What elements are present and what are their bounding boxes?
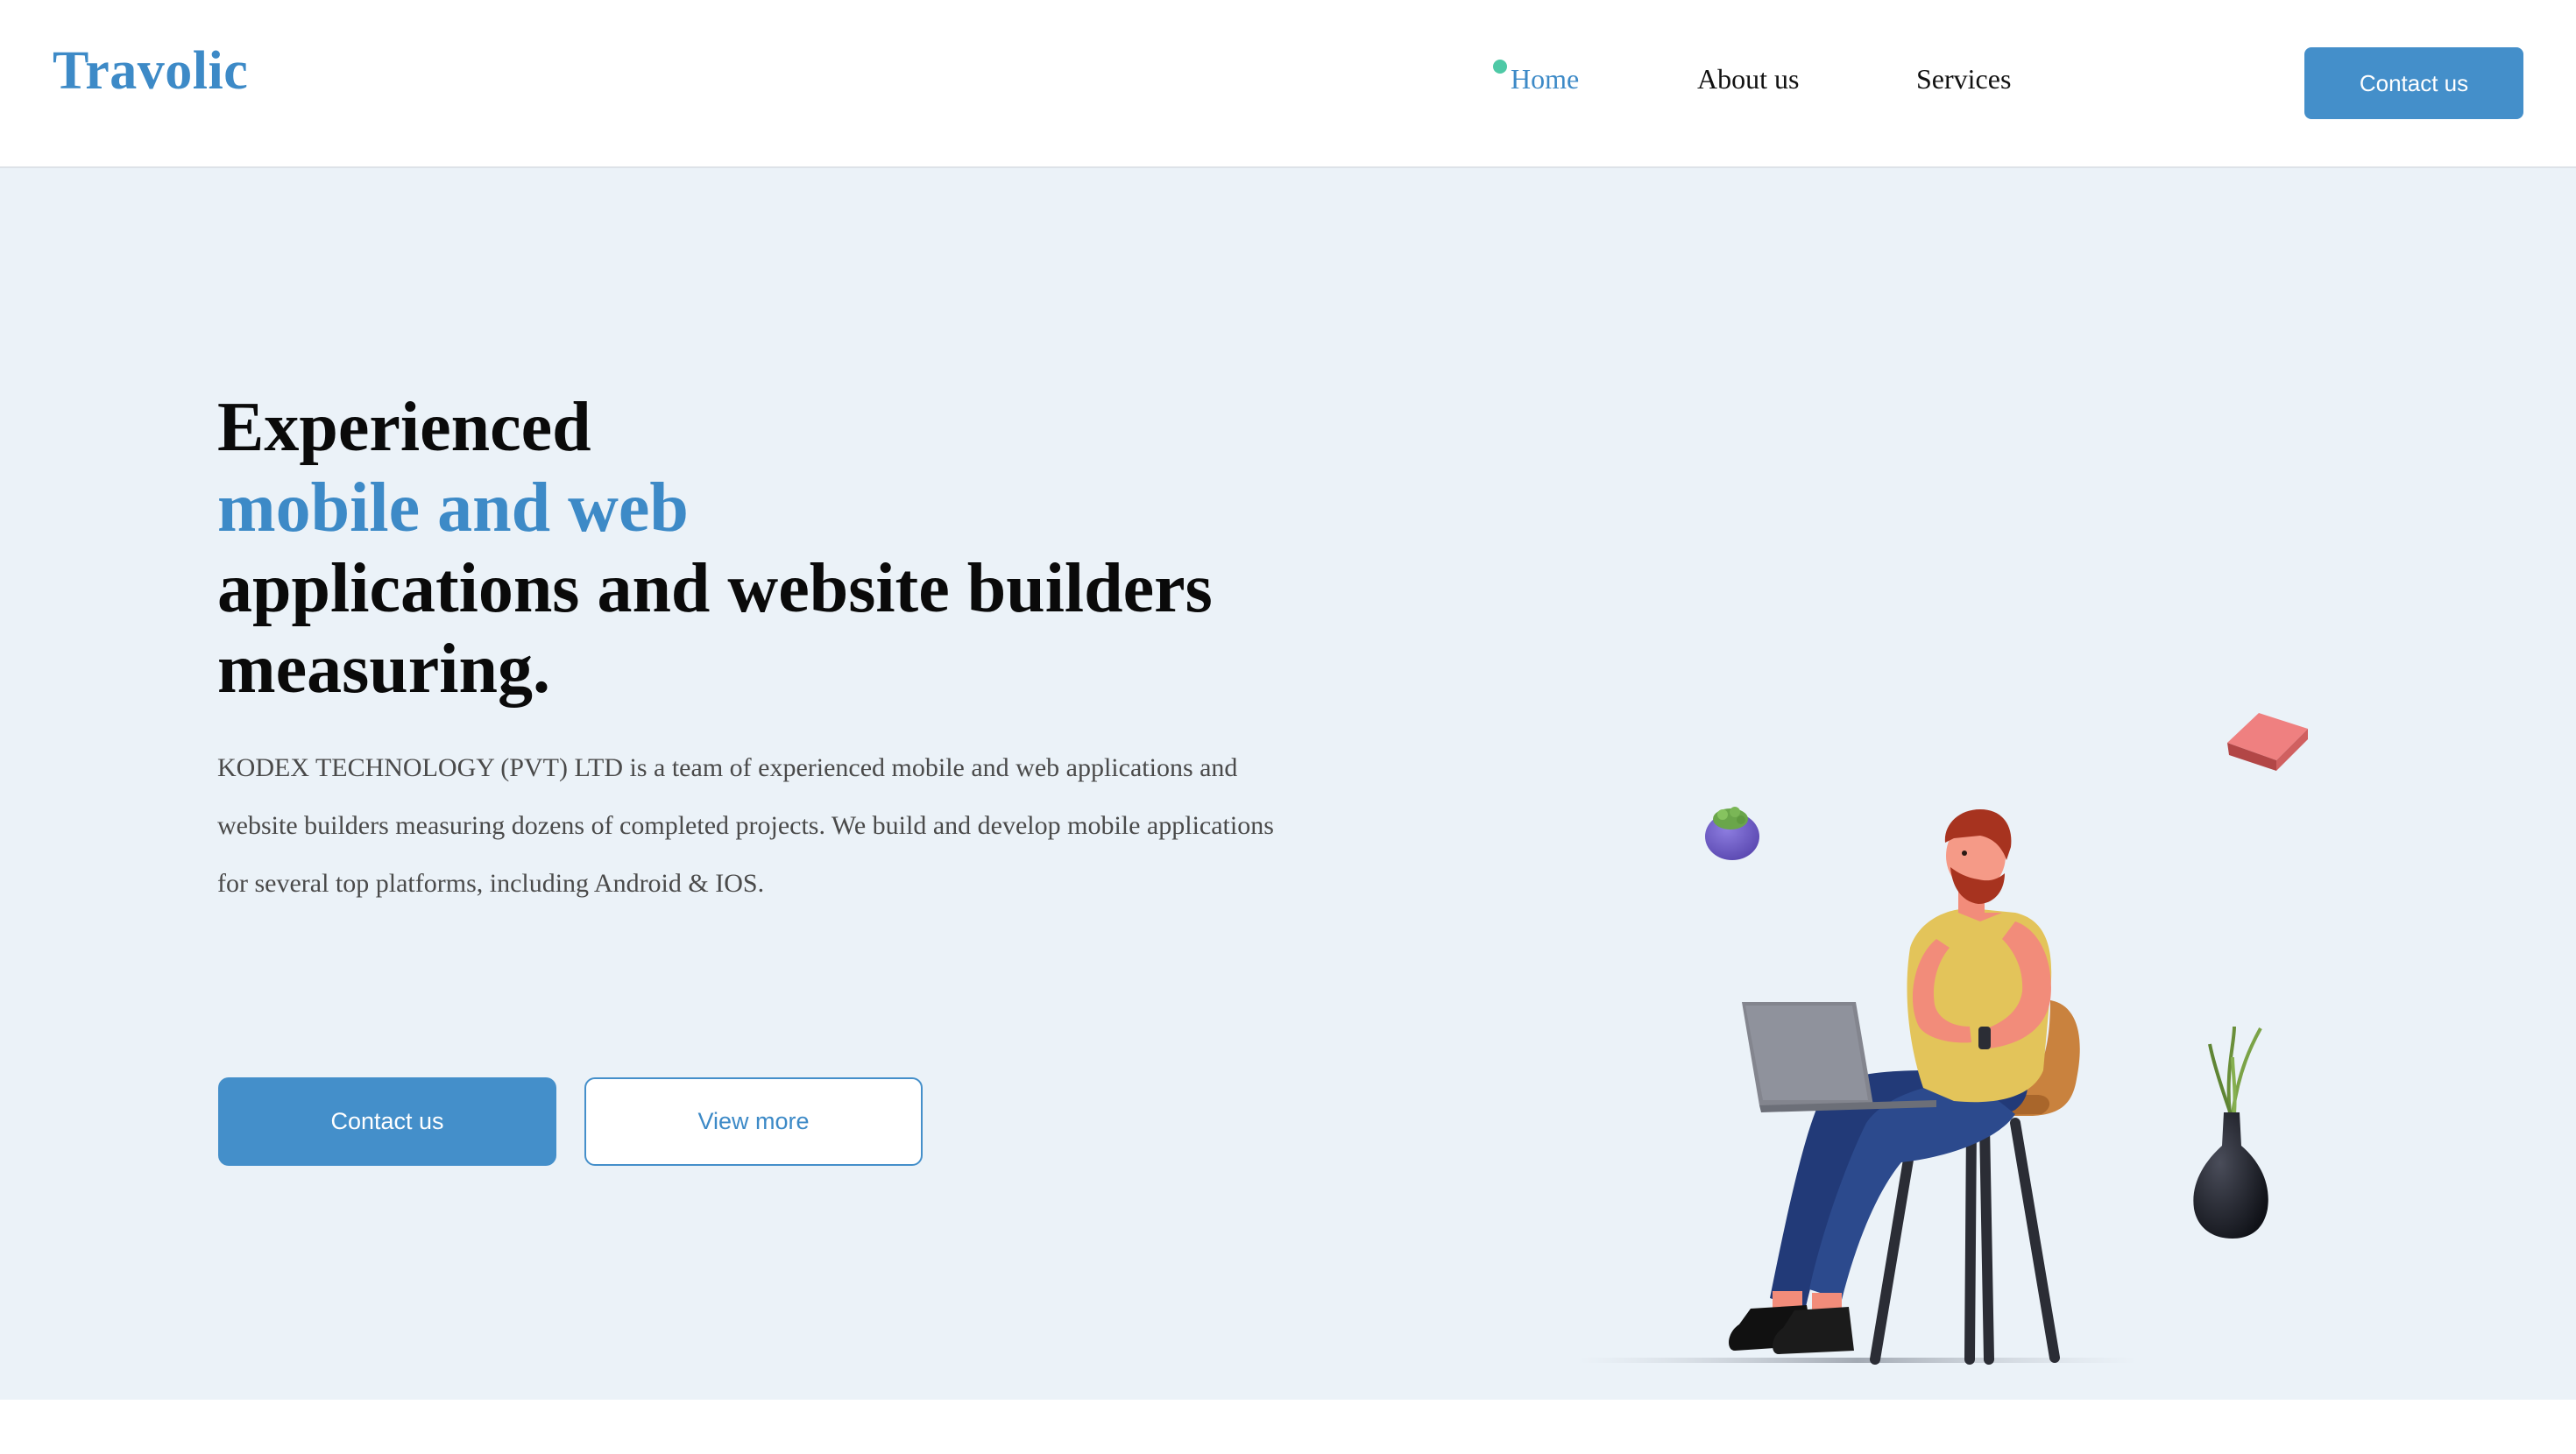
- nav-about-us-link[interactable]: About us: [1697, 63, 1799, 95]
- floating-plant-pot-icon: [1705, 807, 1759, 860]
- headline-line-3: applications and website builders: [217, 550, 1213, 627]
- nav-services-link[interactable]: Services: [1916, 63, 2011, 95]
- header-contact-us-button[interactable]: Contact us: [2304, 47, 2523, 119]
- nav-home-link[interactable]: Home: [1511, 63, 1579, 95]
- floating-cube-icon: [2227, 713, 2308, 771]
- view-more-button[interactable]: View more: [584, 1077, 923, 1166]
- man-with-laptop-illustration: [1577, 713, 2308, 1365]
- hero-contact-us-button[interactable]: Contact us: [218, 1077, 556, 1166]
- hero-headline: Experienced mobile and web applications …: [217, 387, 1213, 709]
- hero-description: KODEX TECHNOLOGY (PVT) LTD is a team of …: [217, 753, 1274, 898]
- headline-line-1: Experienced: [217, 389, 591, 466]
- headline-line-4: measuring.: [217, 631, 550, 708]
- top-navbar: Travolic Home About us Services Contact …: [0, 0, 2576, 168]
- active-nav-indicator: [1493, 60, 1507, 74]
- headline-accent-line: mobile and web: [217, 469, 689, 547]
- vase-plant-icon: [2193, 1026, 2268, 1239]
- hero-section: Experienced mobile and web applications …: [0, 168, 2576, 1400]
- person-head: [1944, 809, 2012, 913]
- brand-logo[interactable]: Travolic: [53, 40, 248, 102]
